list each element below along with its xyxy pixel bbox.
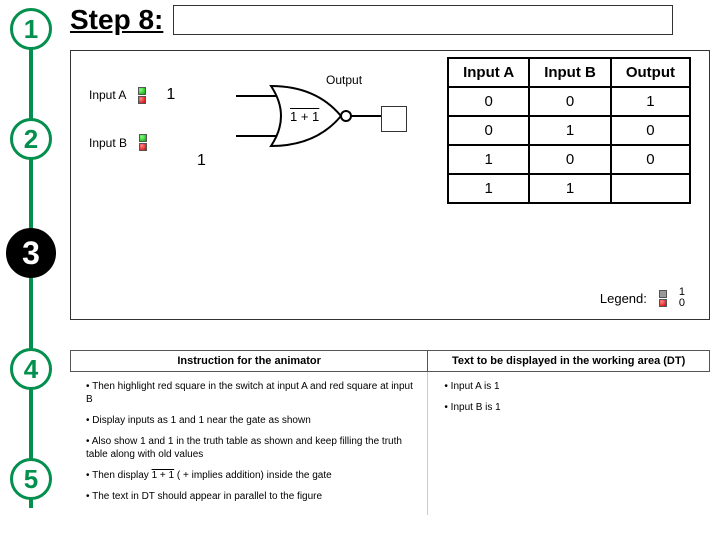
input-a-value: 1	[166, 86, 175, 104]
input-b-row: Input B	[89, 134, 175, 151]
step-5[interactable]: 5	[10, 458, 52, 500]
legend-values: 1 0	[679, 287, 685, 309]
table-row: 100	[448, 145, 690, 174]
list-item: Input B is 1	[436, 401, 702, 414]
gate-area: 1 + 1 Output	[236, 81, 416, 166]
table-row: 001	[448, 87, 690, 116]
inputs-block: Input A 1 Input B 1	[89, 86, 175, 181]
step-2[interactable]: 2	[10, 118, 52, 160]
legend: Legend: 1 0	[600, 287, 685, 309]
instructions-header: Instruction for the animator Text to be …	[70, 350, 710, 372]
gate-expression: 1 + 1	[290, 109, 319, 124]
list-item: The text in DT should appear in parallel…	[78, 490, 419, 503]
led-red-icon	[138, 96, 146, 104]
instructions-body: Then highlight red square in the switch …	[70, 372, 710, 515]
legend-label: Legend:	[600, 291, 647, 306]
input-a-label: Input A	[89, 88, 126, 102]
input-b-label: Input B	[89, 136, 127, 150]
led-green-icon	[138, 87, 146, 95]
led-green-icon	[139, 134, 147, 142]
table-header-row: Input A Input B Output	[448, 58, 690, 87]
table-row: 11	[448, 174, 690, 203]
instructions-right-title: Text to be displayed in the working area…	[428, 351, 709, 371]
stepper: 1 2 3 4 5	[8, 8, 54, 532]
instructions-right: Input A is 1 Input B is 1	[428, 372, 710, 515]
led-red-icon	[139, 143, 147, 151]
header-box	[173, 5, 673, 35]
input-b-value: 1	[197, 152, 206, 170]
input-a-row: Input A 1	[89, 86, 175, 104]
led-grey-icon	[659, 290, 667, 298]
th-input-b: Input B	[529, 58, 611, 87]
list-item: Then display 1 + 1 ( + implies addition)…	[78, 469, 419, 482]
header: Step 8:	[70, 4, 673, 36]
main-area: Input A 1 Input B 1 1 + 1 Output	[70, 50, 710, 320]
switch-b[interactable]	[139, 134, 147, 151]
th-input-a: Input A	[448, 58, 529, 87]
instructions-left-title: Instruction for the animator	[71, 351, 428, 371]
gate-output-label: Output	[326, 73, 362, 87]
step-4[interactable]: 4	[10, 348, 52, 390]
list-item: Also show 1 and 1 in the truth table as …	[78, 435, 419, 461]
list-item: Input A is 1	[436, 380, 702, 393]
switch-a[interactable]	[138, 87, 146, 104]
list-item: Then highlight red square in the switch …	[78, 380, 419, 406]
table-row: 010	[448, 116, 690, 145]
truth-table: Input A Input B Output 001 010 100 11	[447, 57, 691, 204]
list-item: Display inputs as 1 and 1 near the gate …	[78, 414, 419, 427]
th-output: Output	[611, 58, 690, 87]
instructions-panel: Instruction for the animator Text to be …	[70, 350, 710, 515]
step-1[interactable]: 1	[10, 8, 52, 50]
step-title: Step 8:	[70, 4, 163, 36]
instructions-left: Then highlight red square in the switch …	[70, 372, 428, 515]
legend-switch	[659, 290, 667, 307]
gate-output-box	[381, 106, 407, 132]
step-3[interactable]: 3	[6, 228, 56, 278]
led-red-icon	[659, 299, 667, 307]
